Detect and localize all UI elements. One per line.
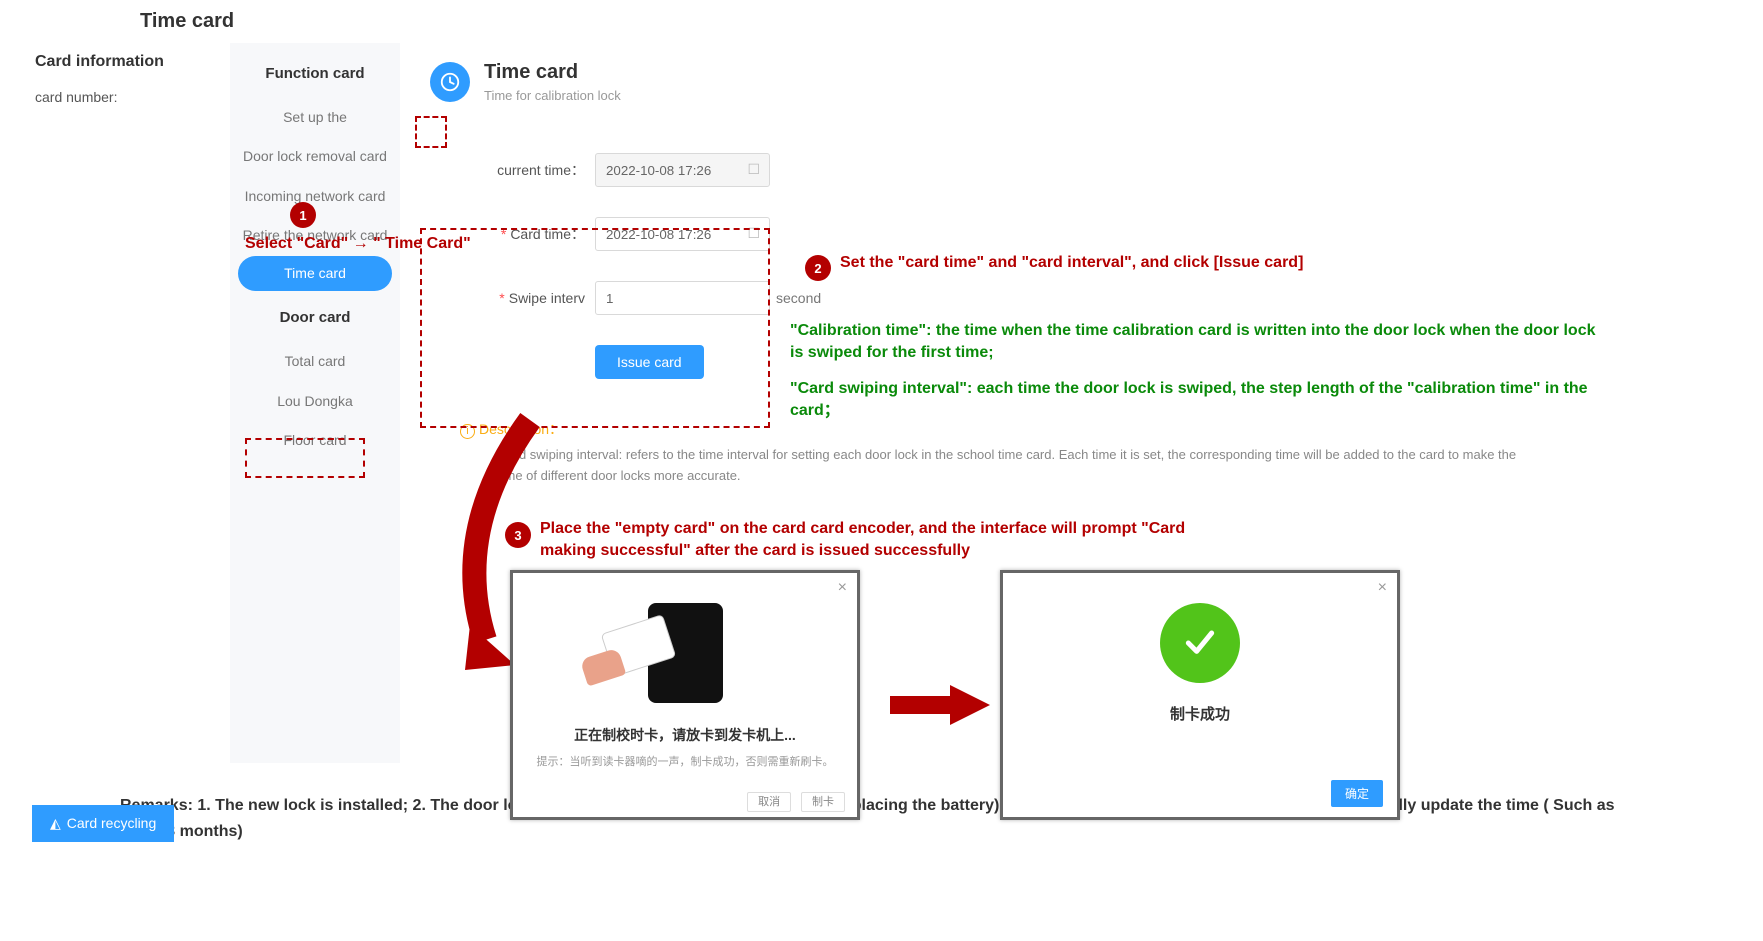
modal-make-button[interactable]: 制卡 bbox=[801, 792, 845, 812]
recycle-icon: ◭ bbox=[50, 815, 61, 832]
current-time-label: current time： bbox=[460, 160, 595, 180]
card-info-panel: Card information card number: bbox=[0, 43, 230, 763]
modal-cancel-button[interactable]: 取消 bbox=[747, 792, 791, 812]
sidebar-group-door: Door card bbox=[238, 307, 392, 330]
annotation-dashbox-timecard-nav bbox=[245, 438, 365, 478]
success-check-icon bbox=[1160, 603, 1240, 683]
sidebar-item-removal[interactable]: Door lock removal card bbox=[238, 137, 392, 177]
card-reader-illustration bbox=[648, 603, 723, 703]
annotation-dashbox-form bbox=[420, 228, 770, 428]
modal-success: × 制卡成功 确定 bbox=[1000, 570, 1400, 820]
swipe-unit: second bbox=[776, 290, 821, 306]
card-number-label: card number: bbox=[35, 89, 230, 105]
annotation-dashbox-small bbox=[415, 116, 447, 148]
sidebar-item-lou[interactable]: Lou Dongka bbox=[238, 382, 392, 422]
doc-title: Time card bbox=[0, 0, 1763, 43]
sidebar-item-total[interactable]: Total card bbox=[238, 342, 392, 382]
modal-issuing: × 正在制校时卡，请放卡到发卡机上... 提示：当听到读卡器嘀的一声，制卡成功，… bbox=[510, 570, 860, 820]
page-title: Time card bbox=[484, 61, 621, 84]
sidebar-item-setup[interactable]: Set up the bbox=[238, 98, 392, 138]
description-body: Card swiping interval: refers to the tim… bbox=[460, 445, 1540, 487]
remarks-text: Remarks: 1. The new lock is installed; 2… bbox=[0, 763, 1763, 884]
current-time-input bbox=[595, 153, 770, 187]
modal-issuing-title: 正在制校时卡，请放卡到发卡机上... bbox=[513, 725, 857, 745]
modal-issuing-hint: 提示：当听到读卡器嘀的一声，制卡成功，否则需重新刷卡。 bbox=[513, 753, 857, 769]
sidebar-item-incoming[interactable]: Incoming network card bbox=[238, 177, 392, 217]
card-recycling-button[interactable]: ◭Card recycling bbox=[32, 805, 174, 842]
sidebar: Function card Set up the Door lock remov… bbox=[230, 43, 400, 763]
sidebar-item-retire[interactable]: Retire the network card bbox=[238, 216, 392, 256]
close-icon[interactable]: × bbox=[1378, 579, 1387, 597]
modal-ok-button[interactable]: 确定 bbox=[1331, 780, 1383, 807]
clock-icon bbox=[430, 62, 470, 102]
close-icon[interactable]: × bbox=[838, 579, 847, 597]
modal-success-title: 制卡成功 bbox=[1003, 703, 1397, 724]
sidebar-item-timecard[interactable]: Time card bbox=[238, 256, 392, 292]
annotation-arrow-right bbox=[890, 680, 990, 730]
card-info-heading: Card information bbox=[35, 53, 230, 71]
page-subtitle: Time for calibration lock bbox=[484, 88, 621, 103]
sidebar-group-function: Function card bbox=[238, 63, 392, 86]
